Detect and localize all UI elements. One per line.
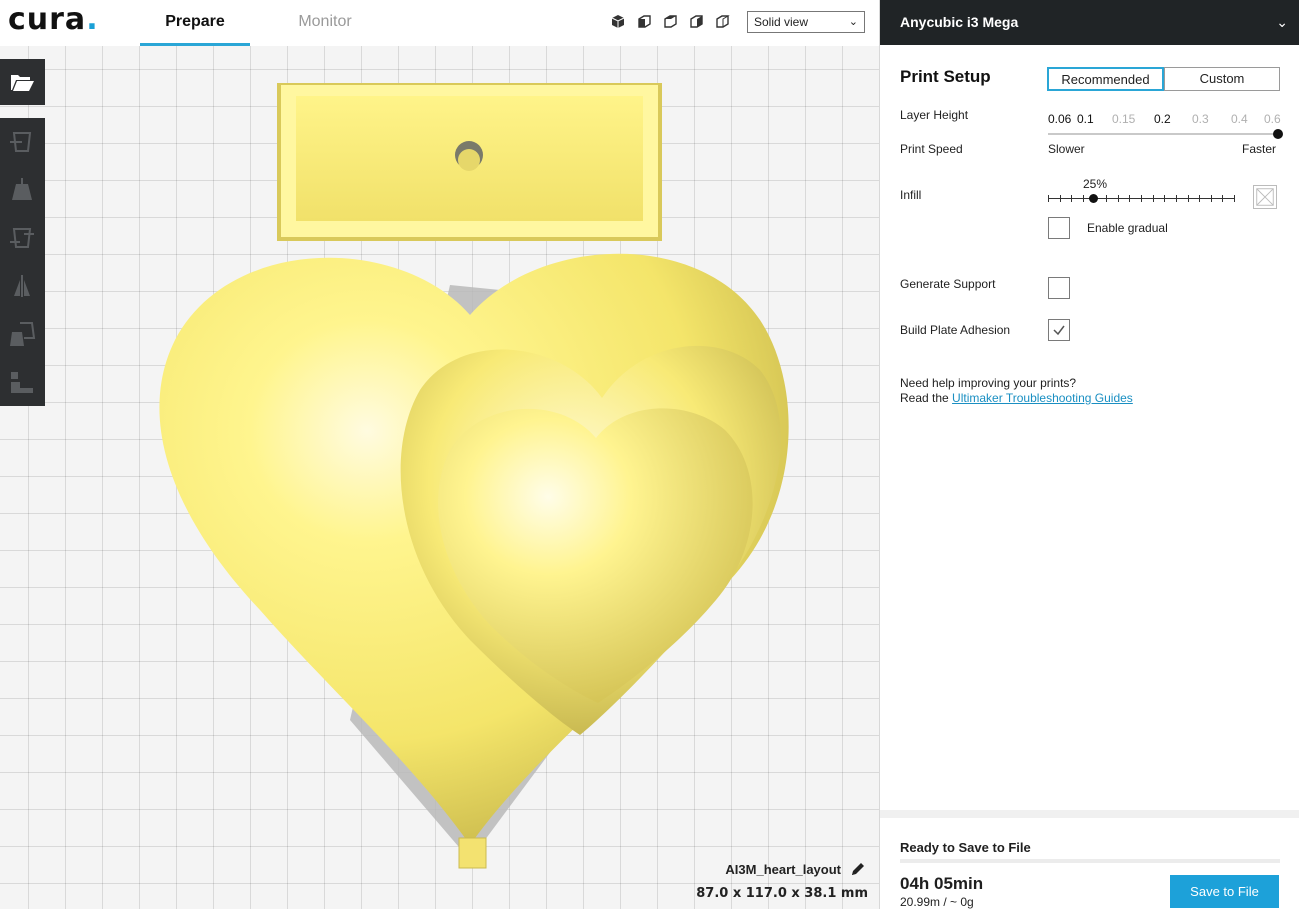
- infill-tick: [1048, 195, 1049, 202]
- help-line-prefix: Read the: [900, 391, 953, 405]
- layer-height-tick[interactable]: 0.6: [1264, 112, 1281, 126]
- print-setup-title: Print Setup: [900, 67, 991, 86]
- speed-faster-label: Faster: [1242, 142, 1277, 156]
- object-dimensions: 87.0 x 117.0 x 38.1 mm: [696, 886, 868, 901]
- speed-slower-label: Slower: [1048, 142, 1085, 156]
- layer-height-tick[interactable]: 0.15: [1112, 112, 1135, 126]
- infill-tick: [1188, 195, 1189, 202]
- build-plate-adhesion-label: Build Plate Adhesion: [900, 323, 1011, 337]
- view-mode-value: Solid view: [754, 15, 809, 29]
- recommended-mode-button[interactable]: Recommended: [1047, 67, 1164, 91]
- top-view-icon[interactable]: [661, 13, 679, 31]
- layer-height-tick[interactable]: 0.4: [1231, 112, 1248, 126]
- perspective-view-icon[interactable]: [609, 13, 627, 31]
- infill-tick: [1060, 195, 1061, 202]
- build-plate-adhesion-checkbox[interactable]: [1048, 319, 1070, 341]
- rotate-tool-icon[interactable]: [8, 224, 36, 252]
- layer-height-label: Layer Height: [900, 108, 969, 122]
- top-bar: cura. Prepare Monitor Solid view ⌄: [0, 0, 879, 46]
- layer-height-tick[interactable]: 0.2: [1154, 112, 1171, 126]
- job-status-area: Ready to Save to File 04h 05min 20.99m /…: [880, 810, 1299, 909]
- settings-panel: Anycubic i3 Mega ⌄ Print Setup Recommend…: [879, 0, 1299, 909]
- job-status-text: Ready to Save to File: [900, 840, 1031, 855]
- pencil-icon[interactable]: [849, 860, 867, 878]
- layer-height-slider[interactable]: [1048, 133, 1280, 135]
- help-text: Need help improving your prints? Read th…: [900, 376, 1133, 406]
- infill-tick: [1083, 195, 1084, 202]
- infill-tick: [1071, 195, 1072, 202]
- infill-tick: [1176, 195, 1177, 202]
- layer-height-tick[interactable]: 0.3: [1192, 112, 1209, 126]
- machine-name: Anycubic i3 Mega: [900, 14, 1019, 30]
- troubleshooting-link[interactable]: Ultimaker Troubleshooting Guides: [952, 391, 1133, 405]
- tab-monitor[interactable]: Monitor: [270, 0, 380, 46]
- infill-tick: [1234, 195, 1235, 202]
- machine-selector[interactable]: Anycubic i3 Mega ⌄: [880, 0, 1299, 45]
- build-plate-viewport[interactable]: cura. Prepare Monitor Solid view ⌄ AI3M_…: [0, 0, 879, 909]
- print-time: 04h 05min: [900, 874, 984, 893]
- mirror-tool-icon[interactable]: [8, 272, 36, 300]
- left-toolbar: [0, 118, 45, 406]
- left-view-icon[interactable]: [687, 13, 705, 31]
- support-blocker-icon[interactable]: [8, 368, 36, 396]
- layer-height-slider-handle[interactable]: [1273, 129, 1283, 139]
- infill-tick: [1164, 195, 1165, 202]
- custom-mode-button[interactable]: Custom: [1164, 67, 1280, 91]
- material-usage: 20.99m / ~ 0g: [900, 895, 974, 909]
- model-render[interactable]: [0, 0, 879, 909]
- tab-prepare[interactable]: Prepare: [140, 0, 250, 46]
- enable-gradual-checkbox[interactable]: [1048, 217, 1070, 239]
- infill-tick: [1141, 195, 1142, 202]
- move-tool-icon[interactable]: [8, 128, 36, 156]
- open-file-icon[interactable]: [8, 68, 36, 96]
- scale-tool-icon[interactable]: [8, 176, 36, 204]
- layer-height-tick[interactable]: 0.1: [1077, 112, 1094, 126]
- generate-support-label: Generate Support: [900, 277, 996, 291]
- generate-support-checkbox[interactable]: [1048, 277, 1070, 299]
- chevron-down-icon: ⌄: [848, 16, 858, 28]
- progress-bar: [900, 859, 1280, 863]
- infill-tick: [1199, 195, 1200, 202]
- infill-tick: [1153, 195, 1154, 202]
- infill-tick: [1211, 195, 1212, 202]
- infill-tick: [1106, 195, 1107, 202]
- cura-logo: cura.: [8, 2, 99, 37]
- save-to-file-button[interactable]: Save to File: [1170, 875, 1279, 908]
- per-model-settings-icon[interactable]: [8, 320, 36, 348]
- help-line: Need help improving your prints?: [900, 376, 1077, 390]
- view-mode-select[interactable]: Solid view ⌄: [747, 11, 865, 33]
- infill-tick: [1118, 195, 1119, 202]
- infill-label: Infill: [900, 188, 922, 202]
- enable-gradual-label: Enable gradual: [1087, 221, 1168, 235]
- object-name: AI3M_heart_layout: [725, 862, 841, 877]
- front-view-icon[interactable]: [635, 13, 653, 31]
- infill-pattern-icon: [1253, 185, 1277, 209]
- checkmark-icon: [1053, 325, 1065, 336]
- infill-slider-handle[interactable]: [1089, 194, 1098, 203]
- infill-tick: [1222, 195, 1223, 202]
- infill-tick: [1129, 195, 1130, 202]
- print-speed-label: Print Speed: [900, 142, 963, 156]
- open-file-button[interactable]: [0, 59, 45, 105]
- layer-height-tick[interactable]: 0.06: [1048, 112, 1071, 126]
- right-view-icon[interactable]: [713, 13, 731, 31]
- chevron-down-icon: ⌄: [1276, 14, 1288, 30]
- infill-percent: 25%: [1083, 177, 1108, 191]
